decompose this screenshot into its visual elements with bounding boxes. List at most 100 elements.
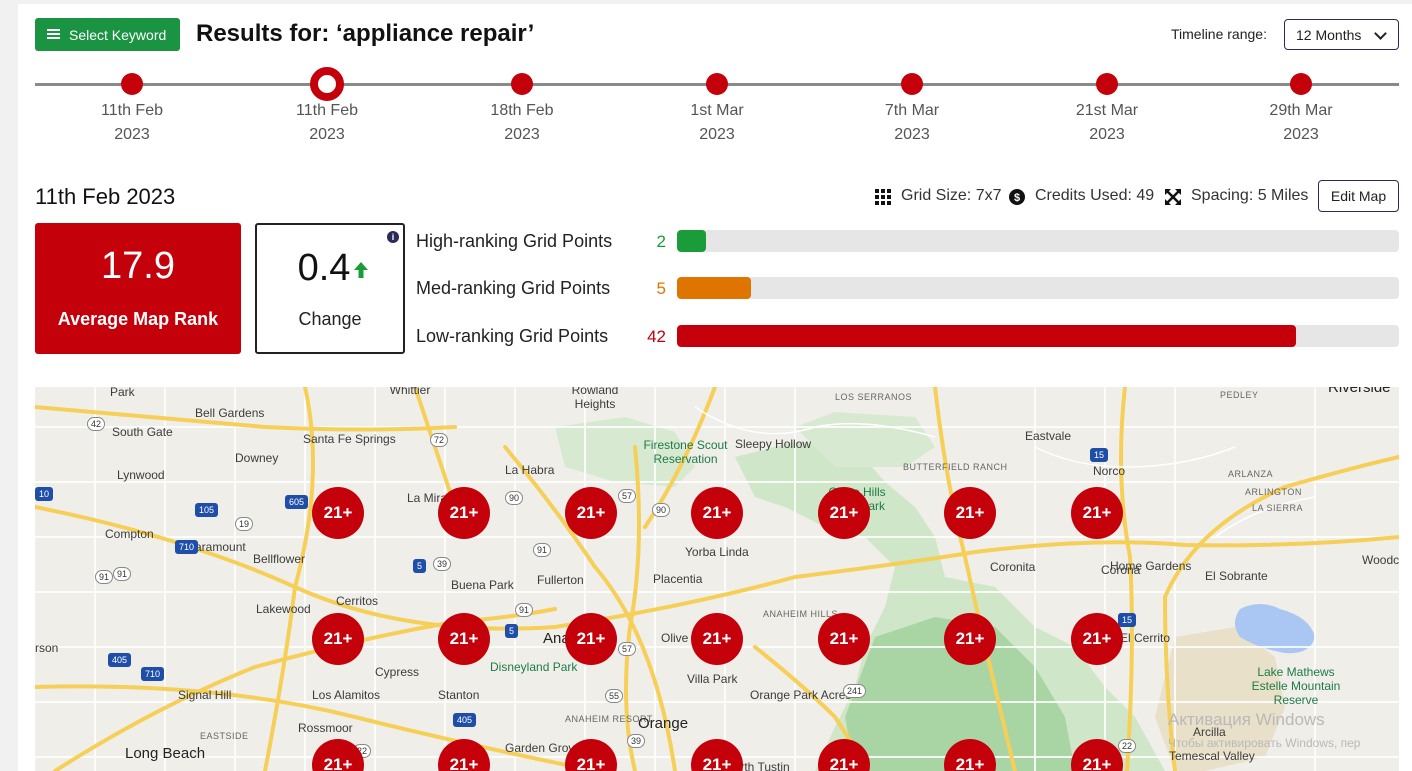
road-shield: 90 — [652, 503, 671, 517]
timeline-date-year: 2023 — [1089, 126, 1125, 143]
edit-map-button[interactable]: Edit Map — [1318, 180, 1399, 212]
map-grid-pin[interactable]: 21+ — [438, 487, 490, 539]
map-grid-pin[interactable]: 21+ — [565, 613, 617, 665]
change-card: 0.4 Change i — [255, 223, 405, 354]
grid-points-bar-fill — [677, 277, 751, 299]
change-value: 0.4 — [297, 247, 351, 289]
grid-points-bar — [677, 230, 1399, 252]
map-grid-pin[interactable]: 21+ — [818, 487, 870, 539]
timeline-dot[interactable] — [1290, 73, 1312, 95]
map-grid-pin[interactable]: 21+ — [1071, 613, 1123, 665]
road-shield: 91 — [533, 543, 552, 557]
windows-watermark-text: Чтобы активировать Windows, пер — [1168, 736, 1361, 750]
map-label: Coronita — [990, 560, 1036, 574]
road-shield: 91 — [515, 603, 534, 617]
timeline-item-1[interactable]: 11th Feb 2023 — [77, 68, 187, 150]
road-shield: 39 — [627, 734, 646, 748]
map-grid-pin[interactable]: 21+ — [438, 613, 490, 665]
timeline-item-4[interactable]: 1st Mar 2023 — [662, 68, 772, 150]
map-label: Sleepy Hollow — [735, 437, 812, 451]
timeline-dot[interactable] — [1096, 73, 1118, 95]
timeline-item-7[interactable]: 29th Mar 2023 — [1246, 68, 1356, 150]
timeline-dot[interactable] — [121, 73, 143, 95]
map-label: Buena Park — [451, 578, 514, 592]
road-shield: 72 — [430, 433, 449, 447]
svg-text:$: $ — [1014, 192, 1020, 204]
map-label: BUTTERFIELD RANCH — [903, 462, 1008, 472]
map-label: Lakewood — [256, 602, 311, 616]
map-label: Rowland Heights — [571, 387, 619, 411]
hamburger-icon — [47, 29, 60, 40]
timeline-date-year: 2023 — [504, 126, 540, 143]
average-map-rank-card: 17.9 Average Map Rank — [35, 223, 241, 354]
timeline-range-label: Timeline range: — [1171, 26, 1267, 42]
timeline-dot[interactable] — [901, 73, 923, 95]
timeline-item-2[interactable]: 11th Feb 2023 — [272, 67, 382, 150]
selected-date-heading: 11th Feb 2023 — [35, 184, 176, 209]
timeline-item-6[interactable]: 21st Mar 2023 — [1052, 68, 1162, 150]
map-label: Whittier — [389, 387, 431, 397]
grid-points-count: 42 — [647, 327, 666, 346]
road-shield: 15 — [1090, 448, 1109, 462]
map-label: Signal Hill — [178, 688, 232, 702]
rank-map[interactable]: Park Whittier Rowland Heights LOS SERRANOS P… — [35, 387, 1399, 771]
map-label: El Sobrante — [1205, 569, 1268, 583]
spacing-icon — [1165, 189, 1181, 205]
map-label: Norco — [1093, 464, 1126, 478]
map-grid-pin[interactable]: 21+ — [691, 613, 743, 665]
timeline-item-5[interactable]: 7th Mar 2023 — [857, 68, 967, 150]
timeline-date-year: 2023 — [1283, 126, 1319, 143]
timeline-date-day: 29th Mar — [1269, 102, 1333, 119]
map-label: Rossmoor — [298, 721, 353, 735]
road-shield: 405 — [108, 653, 132, 667]
timeline-item-3[interactable]: 18th Feb 2023 — [467, 68, 577, 150]
map-label: Bell Gardens — [195, 406, 265, 420]
grid-points-bar-fill — [677, 325, 1296, 347]
map-label: Eastvale — [1025, 429, 1072, 443]
timeline-date-day: 11th Feb — [101, 102, 163, 119]
map-label: Riverside — [1328, 387, 1391, 396]
info-icon[interactable]: i — [387, 231, 399, 243]
map-grid-pin[interactable]: 21+ — [691, 487, 743, 539]
map-label: Olive — [661, 631, 689, 645]
map-label: Placentia — [653, 572, 703, 586]
grid-points-label: Low-ranking Grid Points — [416, 326, 609, 346]
arrow-up-icon — [354, 262, 368, 278]
map-label: LA SIERRA — [1252, 503, 1304, 513]
timeline-range-select[interactable]: 12 Months — [1284, 19, 1399, 50]
map-label: EASTSIDE — [200, 731, 249, 741]
timeline-date-year: 2023 — [894, 126, 930, 143]
map-label: Villa Park — [687, 672, 738, 686]
timeline-date-year: 2023 — [699, 126, 735, 143]
map-label: Compton — [105, 527, 154, 541]
timeline-date: 1st Mar 2023 — [662, 99, 772, 147]
map-label: ARLINGTON — [1245, 487, 1302, 497]
grid-icon — [875, 189, 891, 205]
timeline-date-day: 21st Mar — [1075, 102, 1139, 119]
map-grid-pin[interactable]: 21+ — [565, 487, 617, 539]
map-label: Fullerton — [537, 573, 584, 587]
road-shield: 241 — [843, 684, 867, 698]
road-shield: 39 — [433, 557, 452, 571]
map-grid-pin[interactable]: 21+ — [944, 487, 996, 539]
select-keyword-button[interactable]: Select Keyword — [35, 18, 180, 51]
timeline-dot[interactable] — [706, 73, 728, 95]
map-grid-pin[interactable]: 21+ — [312, 613, 364, 665]
map-grid-pin[interactable]: 21+ — [1071, 487, 1123, 539]
timeline-dot[interactable] — [310, 67, 344, 101]
road-shield: 90 — [505, 491, 524, 505]
timeline-date: 29th Mar 2023 — [1246, 99, 1356, 147]
road-shield: 405 — [453, 713, 477, 727]
average-map-rank-label: Average Map Rank — [57, 309, 219, 329]
windows-watermark-title: Активация Windows — [1168, 710, 1325, 729]
timeline-dot[interactable] — [511, 73, 533, 95]
grid-points-count: 5 — [656, 279, 666, 298]
timeline-date: 7th Mar 2023 — [857, 99, 967, 147]
select-keyword-label: Select Keyword — [69, 26, 167, 43]
map-grid-pin[interactable]: 21+ — [944, 613, 996, 665]
road-shield: 605 — [285, 495, 309, 509]
grid-points-bar-fill — [677, 230, 707, 252]
map-grid-pin[interactable]: 21+ — [312, 487, 364, 539]
map-label: Temescal Valley — [1169, 749, 1255, 763]
map-grid-pin[interactable]: 21+ — [818, 613, 870, 665]
